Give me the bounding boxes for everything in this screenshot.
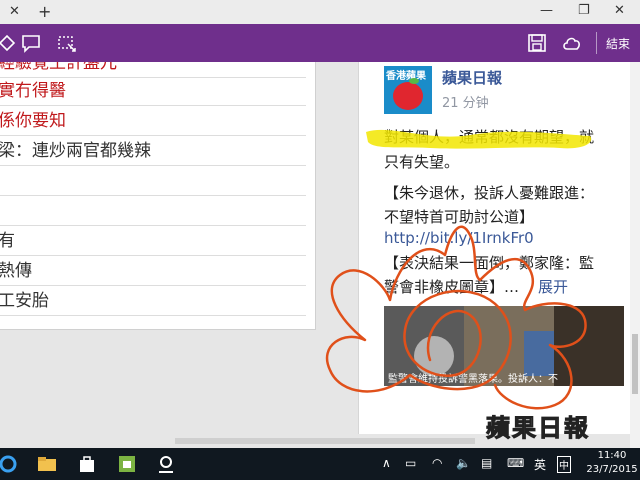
volume-icon[interactable]: 🔈 [456,456,471,470]
share-icon[interactable] [561,32,583,54]
maps-icon[interactable] [154,452,178,476]
post-photo[interactable]: 監警會維持投訴警黑落果。投訴人：不 [384,306,624,386]
post-text-line: 【朱今退休，投訴人憂難跟進： [384,184,595,202]
list-item[interactable]: 實冇得醫 [0,76,306,106]
keyboard-icon[interactable]: ⌨ [507,456,524,470]
list-item[interactable] [0,166,306,196]
close-tab-icon[interactable]: ✕ [9,4,20,19]
battery-icon[interactable]: ▭ [405,456,416,470]
ime-language[interactable]: 英 [534,456,546,473]
pen-icon[interactable] [0,32,18,54]
save-icon[interactable] [526,32,548,54]
scrollbar-thumb[interactable] [632,334,638,394]
windows-taskbar: ∧ ▭ ◠ 🔈 ▤ ⌨ 英 中 [0,448,640,480]
newspaper-watermark: 蘋果日報 [486,414,590,443]
avatar-logo-text: 香港蘋果 [386,71,426,82]
clock-date: 23/7/2015 [586,464,638,475]
expand-link[interactable]: 展开 [538,276,568,297]
notification-icon[interactable]: ▤ [481,456,492,470]
photo-caption: 監警會維持投訴警黑落果。投訴人：不 [388,374,558,385]
post-text-line: 只有失望。 [384,153,460,171]
android-app-icon[interactable] [115,452,139,476]
file-explorer-icon[interactable] [35,452,59,476]
post-text-line: 警會非橡皮圖章】… [384,278,520,296]
page-avatar[interactable]: 香港蘋果 [384,66,432,114]
ime-mode[interactable]: 中 [557,456,571,473]
list-item[interactable]: 熱傳 [0,256,306,286]
wifi-icon[interactable]: ◠ [432,456,442,470]
list-item[interactable]: 有 [0,226,306,256]
clock-time: 11:40 [597,450,627,461]
post-text-line: 對某個人，通常都沒有期望，就 [384,128,595,146]
chevron-up-icon[interactable]: ∧ [382,456,391,470]
post-timestamp[interactable]: 21 分钟 [442,92,489,111]
restore-icon[interactable]: ❐ [578,3,590,18]
new-tab-icon[interactable]: + [38,2,51,21]
close-window-icon[interactable]: ✕ [614,3,625,18]
post-link[interactable]: http://bit.ly/1IrnkFr0 [384,229,534,247]
edge-browser-icon[interactable] [0,452,22,476]
browser-title-bar: ✕ + — ❐ ✕ [0,0,640,24]
post-text-line: 不望特首可助討公道】 [384,208,535,226]
page-name-link[interactable]: 蘋果日報 [442,67,502,88]
headline-list: 經驗覺王計盤兀 實冇得醫 係你要知 梁：連炒兩官都幾辣 有 熱傳 工安胎 [0,62,316,330]
minimize-icon[interactable]: — [540,3,553,18]
list-item[interactable]: 梁：連炒兩官都幾辣 [0,136,306,166]
store-icon[interactable] [75,452,99,476]
system-clock[interactable]: 11:40 23/7/2015 [584,449,640,477]
toolbar-divider [596,32,597,54]
clip-icon[interactable] [56,32,78,54]
finish-button[interactable]: 結束 [606,35,630,52]
web-note-toolbar: 結束 [0,24,640,62]
post-text-line: 【表決結果一面倒，鄭家隆：監 [384,254,595,272]
list-item[interactable]: 係你要知 [0,106,306,136]
comment-icon[interactable] [20,32,42,54]
list-item[interactable]: 工安胎 [0,286,306,316]
list-item[interactable] [0,196,306,226]
